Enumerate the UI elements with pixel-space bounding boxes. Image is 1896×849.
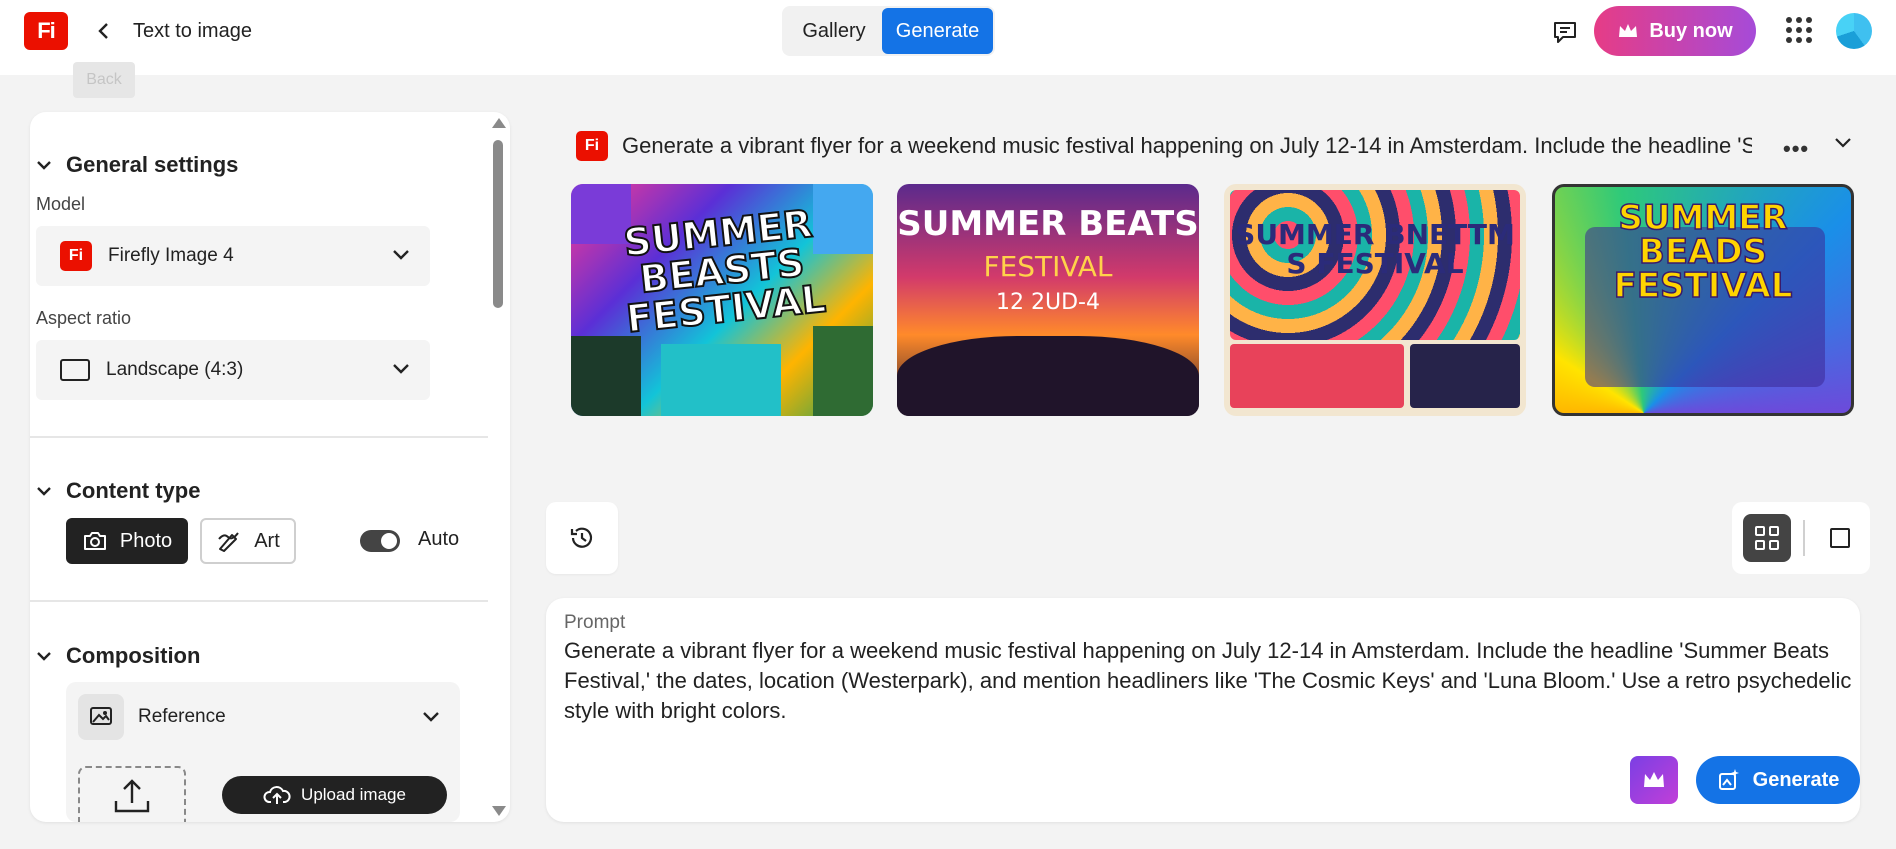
section-divider [30,436,488,438]
photo-label: Photo [119,529,173,552]
general-settings-header[interactable]: General settings [36,152,238,178]
chevron-down-icon[interactable] [422,710,440,724]
prompt-summary-text: Generate a vibrant flyer for a weekend m… [622,133,1752,158]
firefly-logo[interactable]: Fi [24,12,68,50]
image-2-title: SUMMER BEATS [897,204,1199,244]
chevron-down-icon[interactable] [1834,136,1852,150]
upload-image-button[interactable]: Upload image [222,776,447,814]
reference-label: Reference [138,706,226,727]
general-settings-title: General settings [66,152,239,177]
cloud-upload-icon [263,786,291,804]
art-button[interactable]: Art [200,518,296,564]
chevron-down-icon [37,161,51,170]
history-button[interactable] [546,502,618,574]
generate-label: Generate [1752,768,1840,791]
model-label: Model [36,194,86,214]
feedback-icon[interactable] [1551,18,1579,46]
top-bar: Fi Text to image Gallery Generate Buy no… [0,0,1896,75]
aspect-ratio-select[interactable]: Landscape (4:3) [36,340,430,400]
aspect-ratio-value: Landscape (4:3) [106,359,244,380]
page-title: Text to image [133,20,252,42]
avatar[interactable] [1836,13,1872,49]
image-3-title: SUMMER BNETTM S FESTIVAL [1235,218,1515,281]
model-value: Firefly Image 4 [108,245,234,266]
view-toggle-divider [1803,520,1805,556]
section-divider [30,600,488,602]
image-3-panel-right [1410,344,1520,408]
model-select[interactable]: Fi Firefly Image 4 [36,226,430,286]
upload-image-label: Upload image [301,785,406,804]
art-label: Art [254,529,280,552]
buy-now-button[interactable]: Buy now [1594,6,1756,56]
crown-icon [1619,24,1638,37]
buy-now-label: Buy now [1649,19,1733,42]
camera-icon [83,532,106,550]
scrollbar-thumb[interactable] [493,140,503,308]
content-type-header[interactable]: Content type [36,478,200,504]
generated-image-2[interactable]: SUMMER BEATS FESTIVAL 12 2UD-4 [897,184,1199,416]
reference-image-icon [78,694,124,740]
image-2-dates: 12 2UD-4 [996,290,1100,315]
upload-icon [114,779,150,813]
generated-image-3[interactable]: SUMMER BNETTM S FESTIVAL [1224,184,1526,416]
tab-generate[interactable]: Generate [882,8,993,54]
crown-icon [1644,772,1664,787]
composition-title: Composition [66,643,201,668]
composition-header[interactable]: Composition [36,643,200,669]
firefly-model-icon: Fi [60,241,92,271]
scroll-up-arrow[interactable] [492,118,506,128]
premium-crown-button[interactable] [1630,756,1678,804]
generate-sparkle-icon [1718,769,1739,790]
prompt-summary: Fi Generate a vibrant flyer for a weeken… [576,131,1766,161]
prompt-label: Prompt [564,612,626,633]
chevron-down-icon [37,652,51,661]
image-2-subtitle: FESTIVAL [983,250,1113,283]
more-options-icon[interactable]: ••• [1783,136,1809,162]
back-tooltip: Back [73,62,135,98]
aspect-ratio-label: Aspect ratio [36,308,132,328]
apps-grid-icon[interactable] [1786,17,1812,43]
image-2-silhouette [897,336,1199,416]
generated-image-4[interactable]: SUMMER BEADS FESTIVAL [1552,184,1854,416]
tab-gallery[interactable]: Gallery [784,8,884,54]
generated-image-1[interactable]: SUMMER BEASTS FESTIVAL [571,184,873,416]
scroll-down-arrow[interactable] [492,806,506,816]
content-type-title: Content type [66,478,201,503]
image-3-panel-left [1230,344,1404,408]
back-button[interactable] [90,18,118,44]
auto-label: Auto [418,528,460,550]
single-view-icon[interactable] [1816,514,1864,562]
prompt-input[interactable]: Generate a vibrant flyer for a weekend m… [564,636,1854,726]
chevron-down-icon [393,250,409,260]
chevron-down-icon [37,487,51,496]
history-icon [570,527,593,548]
landscape-icon [60,359,90,381]
image-4-title: SUMMER BEADS FESTIVAL [1613,198,1793,306]
brush-icon [218,532,240,552]
chevron-left-icon [98,23,108,39]
mode-switch: Gallery Generate [782,6,995,56]
grid-view-icon[interactable] [1743,514,1791,562]
image-drop-zone[interactable] [78,766,186,822]
photo-button[interactable]: Photo [66,518,188,564]
generate-button[interactable]: Generate [1696,756,1860,804]
auto-toggle[interactable] [360,530,400,552]
firefly-prompt-icon: Fi [576,131,608,161]
chevron-down-icon [393,364,409,374]
